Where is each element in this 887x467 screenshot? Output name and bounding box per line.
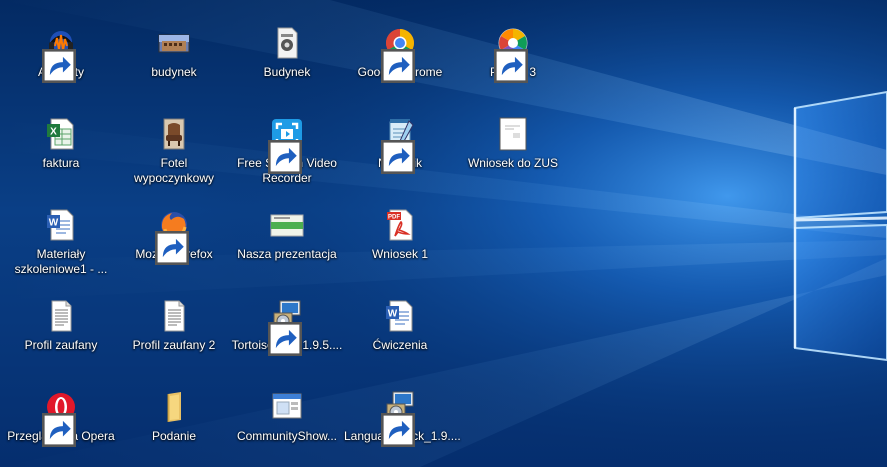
shortcut-arrow-icon bbox=[42, 49, 76, 83]
desktop-icon-label: Profil zaufany 2 bbox=[132, 338, 216, 352]
text-document-icon bbox=[157, 299, 191, 333]
window-app-icon bbox=[270, 390, 304, 424]
picasa-icon bbox=[494, 26, 530, 83]
desktop-icon[interactable]: W Ćwiczenia bbox=[344, 297, 456, 383]
desktop-icon[interactable]: Notatnik bbox=[344, 115, 456, 201]
desktop-icon[interactable]: Free Screen Video Recorder bbox=[231, 115, 343, 201]
desktop-icon-label: faktura bbox=[42, 156, 80, 170]
desktop-icon[interactable]: Budynek bbox=[231, 24, 343, 110]
desktop-icon-label: budynek bbox=[151, 65, 197, 79]
desktop-icon[interactable]: Google Chrome bbox=[344, 24, 456, 110]
desktop-icon[interactable]: PDF Wniosek 1 bbox=[344, 206, 456, 292]
firefox-browser-icon bbox=[155, 208, 191, 265]
desktop-icon[interactable]: CommunityShow... bbox=[231, 388, 343, 467]
shortcut-arrow-icon bbox=[268, 322, 302, 356]
shortcut-arrow-icon bbox=[42, 413, 76, 447]
shortcut-arrow-icon bbox=[155, 231, 189, 265]
excel-document-icon: X bbox=[44, 117, 78, 151]
desktop-icon-label: Podanie bbox=[151, 429, 197, 443]
desktop-icon[interactable]: Profil zaufany 2 bbox=[118, 297, 230, 383]
desktop-icon-label: Materiały szkoleniowe1 - ... bbox=[14, 247, 108, 276]
screen-recorder-icon bbox=[268, 117, 304, 174]
desktop-icon-label: Fotel wypoczynkowy bbox=[133, 156, 215, 185]
desktop-icon[interactable]: Wniosek do ZUS bbox=[457, 115, 569, 201]
shortcut-arrow-icon bbox=[381, 49, 415, 83]
desktop-icon-label: Budynek bbox=[263, 65, 311, 79]
desktop-icon[interactable]: Nasza prezentacja bbox=[231, 206, 343, 292]
shortcut-arrow-icon bbox=[268, 140, 302, 174]
desktop-icon[interactable]: Xfaktura bbox=[5, 115, 117, 201]
desktop-icon[interactable]: Podanie bbox=[118, 388, 230, 467]
svg-text:W: W bbox=[49, 218, 59, 229]
svg-text:W: W bbox=[388, 309, 398, 320]
word-document-icon: W bbox=[383, 299, 417, 333]
svg-text:PDF: PDF bbox=[388, 215, 400, 221]
desktop-icon[interactable]: Przeglądarka Opera bbox=[5, 388, 117, 467]
folder-icon bbox=[157, 390, 191, 424]
desktop-icon[interactable]: Audacity bbox=[5, 24, 117, 110]
desktop-icon[interactable]: Profil zaufany bbox=[5, 297, 117, 383]
desktop-icon-label: Ćwiczenia bbox=[372, 338, 428, 352]
media-file-icon bbox=[270, 26, 304, 60]
pdf-document-icon: PDF bbox=[383, 208, 417, 242]
desktop-icon[interactable]: Picasa 3 bbox=[457, 24, 569, 110]
desktop-icon[interactable]: TortoiseSVN-1.9.5.... bbox=[231, 297, 343, 383]
svg-text:X: X bbox=[50, 127, 57, 138]
desktop-icon[interactable]: Mozilla Firefox bbox=[118, 206, 230, 292]
desktop-icon-label: CommunityShow... bbox=[236, 429, 338, 443]
installer-package-icon bbox=[268, 299, 304, 356]
desktop-icon[interactable]: LanguagePack_1.9.... bbox=[344, 388, 461, 467]
photo-building-icon bbox=[157, 26, 191, 60]
notepad-icon bbox=[381, 117, 417, 174]
presentation-icon bbox=[270, 208, 304, 242]
opera-browser-icon bbox=[42, 390, 78, 447]
chrome-browser-icon bbox=[381, 26, 417, 83]
text-document-icon bbox=[44, 299, 78, 333]
installer-package-icon bbox=[381, 390, 417, 447]
desktop-icon-label: Wniosek 1 bbox=[371, 247, 429, 261]
desktop-icon-label: Wniosek do ZUS bbox=[467, 156, 559, 170]
word-document-icon: W bbox=[44, 208, 78, 242]
photo-armchair-icon bbox=[157, 117, 191, 151]
desktop-icon[interactable]: budynek bbox=[118, 24, 230, 110]
desktop-icon-label: Profil zaufany bbox=[24, 338, 98, 352]
shortcut-arrow-icon bbox=[381, 413, 415, 447]
desktop-icon[interactable]: W Materiały szkoleniowe1 - ... bbox=[5, 206, 117, 292]
shortcut-arrow-icon bbox=[494, 49, 528, 83]
desktop-icon-label: Nasza prezentacja bbox=[237, 247, 337, 261]
audacity-icon bbox=[42, 26, 78, 83]
desktop-icon-grid: AudacityXfakturaWMateriały szkoleniowe1 … bbox=[0, 0, 887, 467]
blank-document-icon bbox=[496, 117, 530, 151]
desktop-icon[interactable]: Fotel wypoczynkowy bbox=[118, 115, 230, 201]
shortcut-arrow-icon bbox=[381, 140, 415, 174]
